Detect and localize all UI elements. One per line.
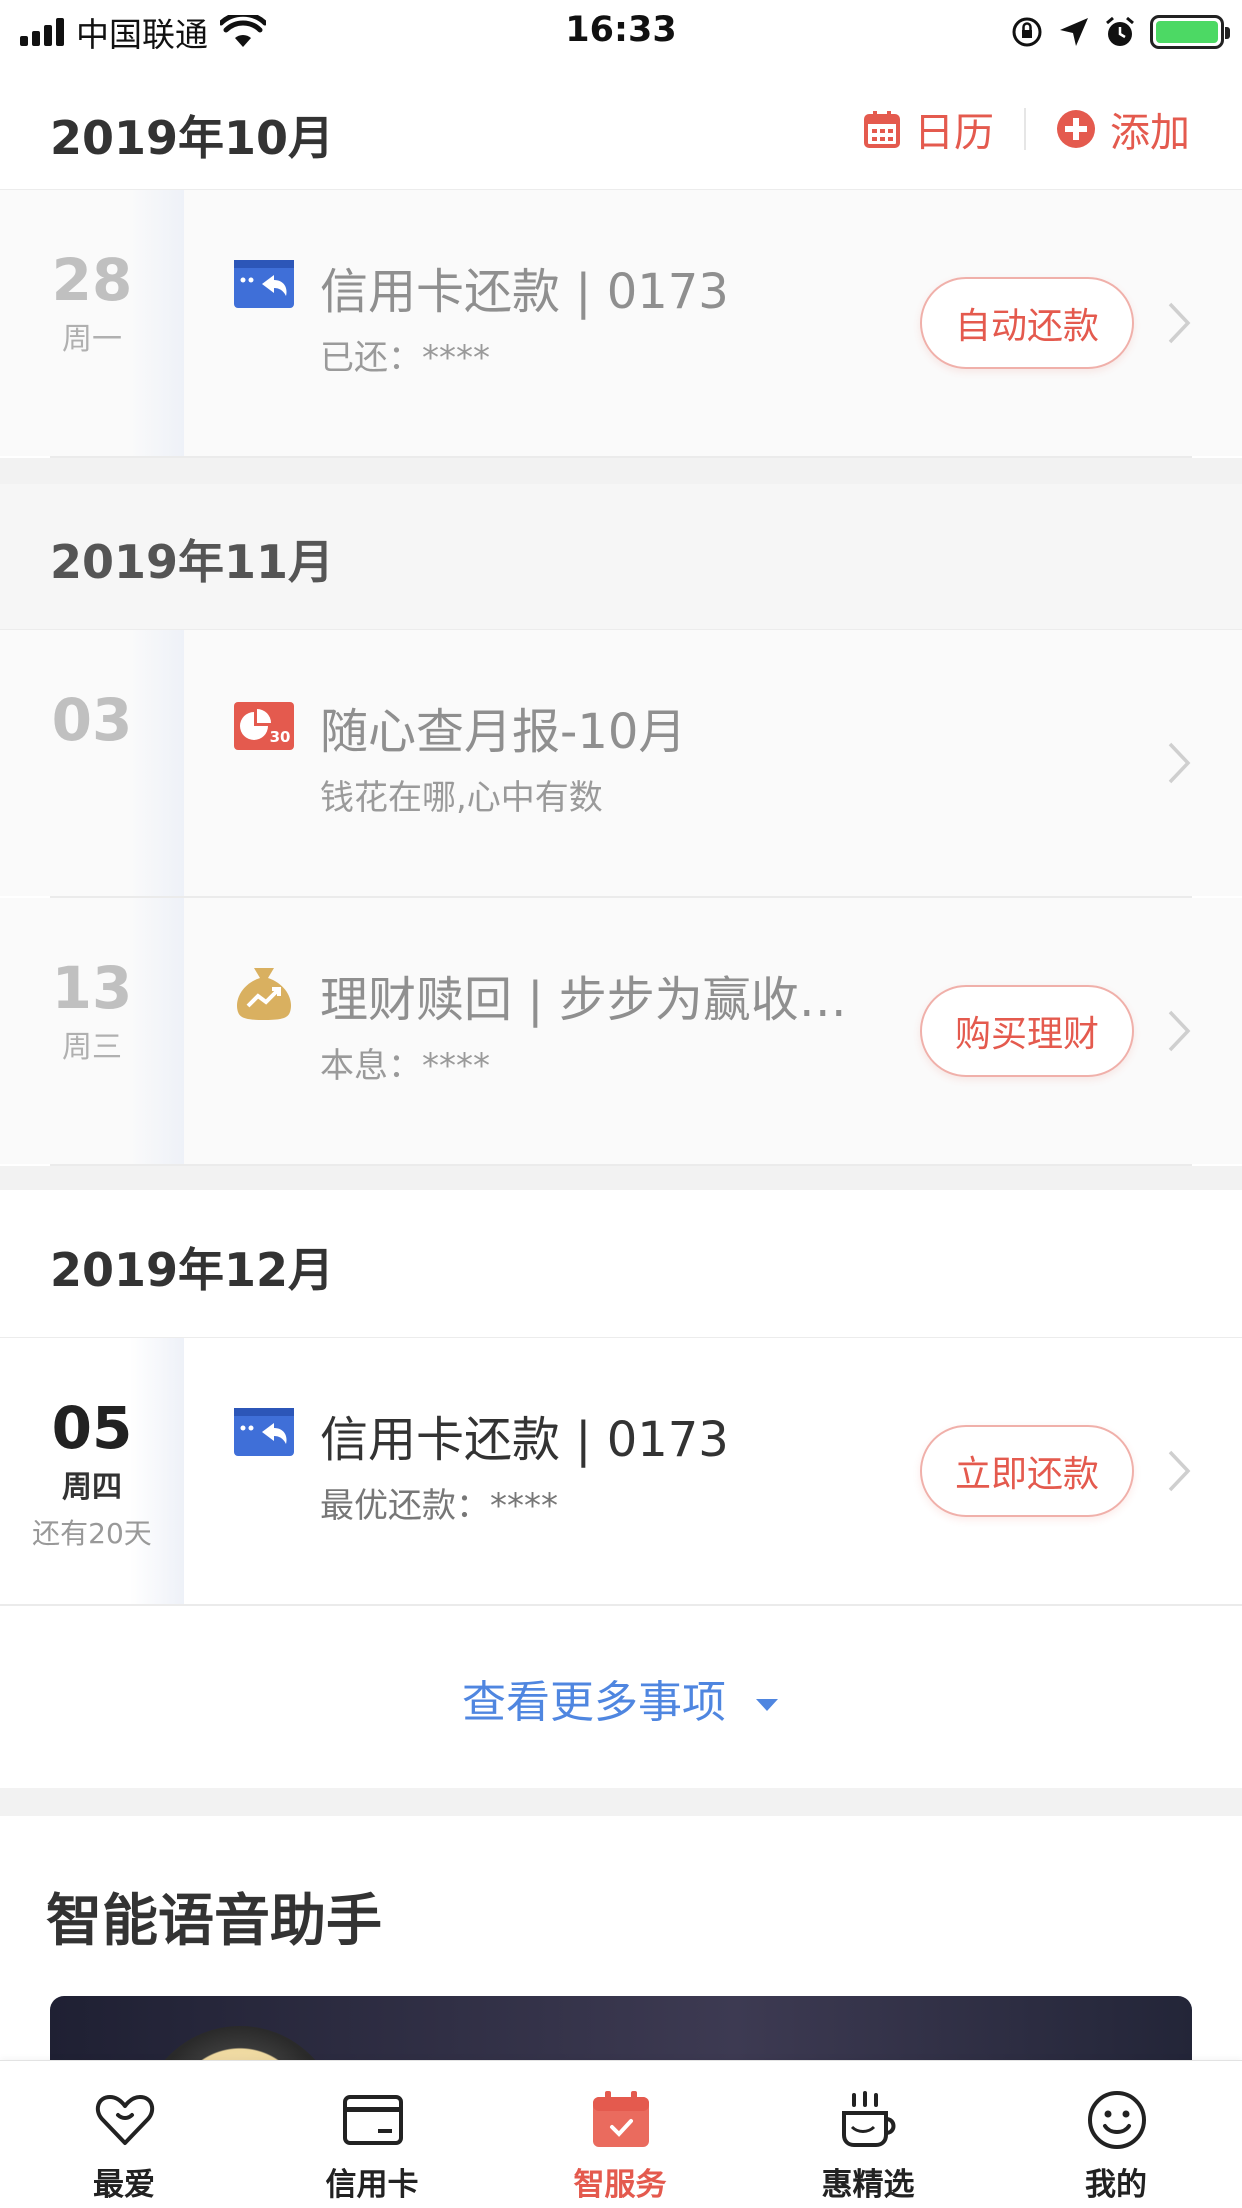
item-title: 信用卡还款 | 0173 [320, 1412, 729, 1468]
weekday-label: 周三 [62, 1030, 122, 1065]
calendar-icon [864, 111, 900, 148]
add-button[interactable]: 添加 [1056, 100, 1190, 158]
plus-circle-icon [1057, 110, 1095, 148]
auto-repay-button[interactable]: 自动还款 [920, 277, 1134, 369]
month-header: 2019年12月 [0, 1190, 1242, 1338]
item-subtitle: 最优还款：**** [320, 1486, 558, 1526]
calendar-label: 日历 [914, 110, 994, 156]
day-number: 28 [51, 246, 133, 314]
list-item[interactable]: 03 30 随心查月报-10月 钱花在哪,心中有数 [0, 630, 1242, 896]
item-title: 理财赎回 | 步步为赢收… [320, 972, 847, 1028]
view-more-button[interactable]: 查看更多事项 [0, 1666, 1242, 1730]
item-subtitle: 钱花在哪,心中有数 [320, 778, 603, 818]
day-number: 03 [51, 686, 133, 754]
coffee-cup-icon [842, 2091, 896, 2147]
view-more-label: 查看更多事项 [462, 1677, 726, 1728]
calendar-check-icon [593, 2091, 649, 2147]
section-gap [0, 458, 1242, 484]
chevron-right-icon [1168, 1010, 1191, 1052]
list-item[interactable]: 28 周一 信用卡还款 | 0173 已还：**** 自动还款 [0, 190, 1242, 456]
header-divider [1024, 108, 1026, 150]
month-header: 2019年11月 [0, 484, 1242, 630]
repay-now-button[interactable]: 立即还款 [920, 1425, 1134, 1517]
weekday-label: 周四 [62, 1470, 122, 1505]
tab-label: 我的 [1085, 2167, 1147, 2203]
header-actions: 日历 添加 [864, 100, 1190, 158]
month-title: 2019年12月 [50, 1243, 335, 1297]
tab-deals[interactable]: 惠精选 [744, 2061, 992, 2208]
month-title: 2019年10月 [50, 111, 335, 165]
location-arrow-icon [1060, 18, 1088, 46]
item-subtitle: 本息：**** [320, 1046, 490, 1086]
day-number: 13 [51, 954, 133, 1022]
chevron-right-icon [1168, 1450, 1191, 1492]
tab-credit-card[interactable]: 信用卡 [248, 2061, 496, 2208]
tab-label: 信用卡 [325, 2167, 419, 2203]
section-gap [0, 1788, 1242, 1816]
chevron-right-icon [1168, 302, 1191, 344]
month-title: 2019年11月 [50, 535, 335, 589]
row-divider [0, 1604, 1242, 1606]
smiley-icon [1088, 2091, 1146, 2149]
tab-bar: 最爱 信用卡 智服务 惠精选 我的 [0, 2060, 1242, 2208]
status-bar: 中国联通 16:33 [0, 0, 1242, 62]
chevron-right-icon [1168, 742, 1191, 784]
alarm-icon [1106, 16, 1134, 46]
monthly-report-icon: 30 [234, 702, 294, 750]
item-title: 信用卡还款 | 0173 [320, 264, 729, 320]
item-subtitle: 已还：**** [320, 338, 490, 378]
add-label: 添加 [1110, 110, 1190, 156]
tab-label: 智服务 [573, 2167, 667, 2203]
heart-icon [95, 2095, 155, 2145]
calendar-button[interactable]: 日历 [864, 100, 994, 158]
item-title: 随心查月报-10月 [320, 704, 687, 760]
credit-card-repay-icon [234, 1408, 294, 1456]
money-bag-icon [236, 968, 292, 1020]
credit-card-repay-icon [234, 260, 294, 308]
tab-favorites[interactable]: 最爱 [0, 2061, 248, 2208]
list-item[interactable]: 05 周四 还有20天 信用卡还款 | 0173 最优还款：**** 立即还款 [0, 1338, 1242, 1604]
days-remaining: 还有20天 [32, 1517, 152, 1550]
caret-down-icon [756, 1699, 778, 1711]
battery-icon [1150, 15, 1230, 49]
list-item[interactable]: 13 周三 理财赎回 | 步步为赢收… 本息：**** 购买理财 [0, 898, 1242, 1164]
voice-assistant-title: 智能语音助手 [46, 1889, 382, 1954]
tab-label: 惠精选 [821, 2167, 915, 2203]
tab-label: 最爱 [93, 2167, 155, 2203]
tab-smart-service[interactable]: 智服务 [496, 2061, 744, 2208]
day-number: 05 [51, 1394, 133, 1462]
tab-mine[interactable]: 我的 [992, 2061, 1240, 2208]
buy-wealth-button[interactable]: 购买理财 [920, 985, 1134, 1077]
card-icon [343, 2095, 403, 2145]
weekday-label: 周一 [62, 322, 122, 357]
orientation-lock-icon [1012, 17, 1042, 47]
svg-text:30: 30 [270, 728, 291, 746]
section-gap [0, 1166, 1242, 1190]
